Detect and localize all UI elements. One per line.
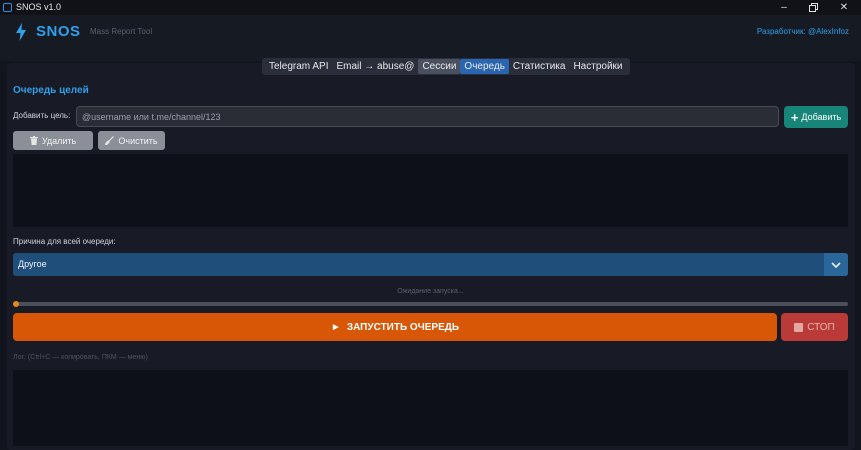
window-title: SNOS v1.0 [16,2,62,12]
stop-button[interactable]: СТОП [781,313,848,341]
lightning-icon [16,23,26,41]
queue-list[interactable] [13,154,848,227]
reason-selected-value: Другое [18,259,47,269]
stop-icon [794,322,804,332]
app-icon [3,3,12,12]
tab-telegram-api[interactable]: Telegram API [265,59,332,74]
start-queue-label: ЗАПУСТИТЬ ОЧЕРЕДЬ [346,321,460,333]
clear-button-label: Очистить [118,135,158,146]
start-queue-button[interactable]: ► ЗАПУСТИТЬ ОЧЕРЕДЬ [13,313,777,341]
window-titlebar: SNOS v1.0 – ✕ [0,0,861,15]
target-input[interactable] [76,106,779,127]
play-icon: ► [330,321,341,333]
tab-email-abuse[interactable]: Email → abuse@ [332,59,418,74]
delete-button-label: Удалить [41,135,77,146]
status-text: Ожидание запуска... [397,288,464,295]
maximize-icon[interactable] [799,0,827,15]
chevron-down-icon[interactable] [824,253,848,276]
tab-settings[interactable]: Настройки [569,59,626,74]
brand-title: SNOS [36,23,81,40]
minimize-icon[interactable]: – [770,0,798,15]
log-area[interactable] [13,370,848,446]
plus-icon: + [790,109,799,125]
tab-queue[interactable]: Очередь [460,59,509,74]
developer-credit: Разработчик: @AlexInfoz [756,27,849,36]
progress-handle [13,301,19,307]
trash-icon [29,136,38,145]
progress-bar [13,302,848,306]
close-icon[interactable]: ✕ [830,0,858,15]
tab-sessions[interactable]: Сессии [418,59,461,74]
reason-label: Причина для всей очереди: [13,237,116,246]
tab-bar: Telegram API Email → abuse@ Сессии Очере… [262,58,630,75]
brand-subtitle: Mass Report Tool [90,27,153,36]
reason-select[interactable]: Другое [13,253,848,276]
delete-button[interactable]: Удалить [13,131,93,150]
add-target-label: Добавить цель: [13,111,71,120]
add-button-label: Добавить [801,112,842,122]
add-button[interactable]: + Добавить [784,106,848,128]
stop-button-label: СТОП [807,321,835,333]
clear-button[interactable]: Очистить [98,131,165,150]
tab-statistics[interactable]: Статистика [509,59,570,74]
app-header: SNOS Mass Report Tool Разработчик: @Alex… [0,15,861,61]
log-label: Лог: (Ctrl+C — копировать, ПКМ — меню) [13,354,148,361]
broom-icon [105,136,115,145]
queue-section-title: Очередь целей [13,85,89,96]
